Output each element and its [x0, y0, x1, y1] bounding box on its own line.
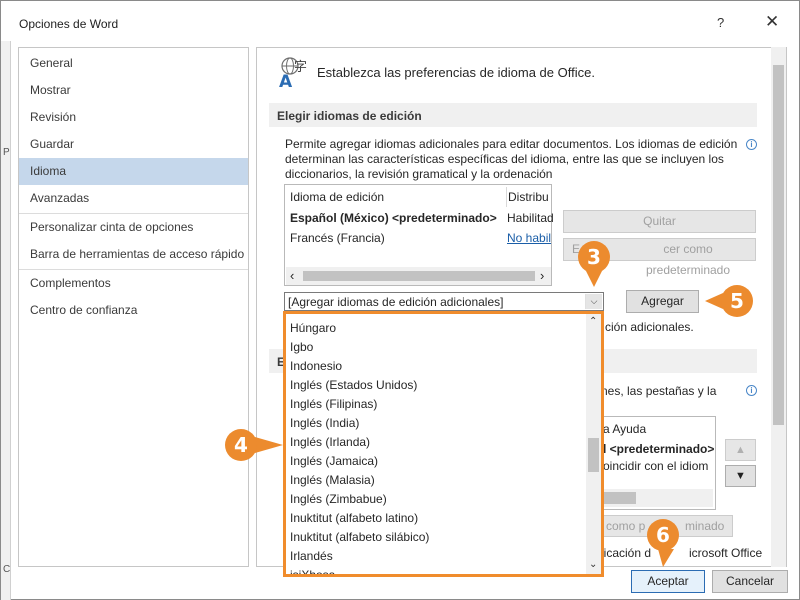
sidebar-item-complementos[interactable]: Complementos [19, 270, 248, 297]
scroll-left-icon[interactable]: ‹ [290, 268, 294, 283]
list-item[interactable]: a Ayuda [603, 422, 646, 436]
list-item[interactable]: Inglés (Irlanda) [290, 435, 370, 449]
svg-text:A: A [279, 72, 293, 88]
info-icon[interactable]: i [746, 139, 757, 150]
sidebar-item-barra-acceso-rapido[interactable]: Barra de herramientas de acceso rápido [19, 241, 248, 268]
list-item[interactable]: Húngaro [290, 321, 336, 335]
help-button[interactable]: ? [717, 15, 724, 30]
add-language-combobox[interactable]: [Agregar idiomas de edición adicionales]… [284, 292, 604, 311]
list-item[interactable]: oincidir con el idiom [603, 459, 708, 473]
list-scroll-thumb[interactable] [601, 492, 636, 504]
list-item[interactable]: isiXhosa [290, 568, 335, 574]
sidebar-item-revision[interactable]: Revisión [19, 104, 248, 131]
office-language-text-left: licación d [601, 546, 652, 560]
language-header-text: Establezca las preferencias de idioma de… [317, 65, 595, 80]
set-default-label-right: cer como predeterminado [645, 242, 731, 277]
background-window-edge [1, 41, 11, 600]
list-item[interactable]: Irlandés [290, 549, 333, 563]
cancel-button[interactable]: Cancelar [712, 570, 788, 593]
add-info-text: ción adicionales. [605, 320, 694, 334]
sidebar-item-idioma[interactable]: Idioma [19, 158, 248, 185]
table-row-language[interactable]: Francés (Francia) [290, 231, 385, 245]
callout-step-5: 5 [721, 285, 753, 317]
list-item[interactable]: Inglés (Malasia) [290, 473, 375, 487]
move-up-button[interactable]: ▲ [725, 439, 756, 461]
svg-text:字: 字 [294, 60, 307, 75]
list-item[interactable]: Inglés (India) [290, 416, 359, 430]
language-icon: A 字 [279, 57, 307, 88]
callout-step-3: 3 [578, 241, 610, 273]
background-fragment: P [3, 147, 10, 158]
display-language-text: nes, las pestañas y la [601, 384, 717, 398]
list-item[interactable]: l <predeterminado> [603, 442, 714, 456]
dropdown-scroll-thumb[interactable] [588, 438, 599, 472]
panel-scroll-thumb[interactable] [773, 65, 784, 425]
scroll-down-icon[interactable]: ⌄ [589, 559, 597, 570]
table-row-status: Habilitad [507, 211, 554, 225]
combobox-value: [Agregar idiomas de edición adicionales] [288, 295, 504, 309]
list-item[interactable]: Igbo [290, 340, 313, 354]
list-item[interactable]: Inglés (Zimbabue) [290, 492, 387, 506]
editing-languages-table[interactable]: Idioma de edición Distribu Español (Méxi… [284, 184, 554, 286]
set-default-display-label-left: como p [606, 519, 646, 533]
section-title-editing-languages: Elegir idiomas de edición [277, 109, 422, 123]
close-button[interactable]: ✕ [765, 12, 779, 32]
sidebar-item-guardar[interactable]: Guardar [19, 131, 248, 158]
table-row-language[interactable]: Español (México) <predeterminado> [290, 211, 497, 225]
language-dropdown-list[interactable]: Húngaro Igbo Indonesio Inglés (Estados U… [283, 311, 604, 577]
sidebar-item-mostrar[interactable]: Mostrar [19, 77, 248, 104]
remove-button[interactable]: Quitar [563, 210, 756, 233]
list-item[interactable]: Inuktitut (alfabeto silábico) [290, 530, 429, 544]
sidebar-item-centro-confianza[interactable]: Centro de confianza [19, 297, 248, 324]
set-default-display-label-right: minado [685, 519, 725, 533]
ok-button[interactable]: Aceptar [631, 570, 705, 593]
list-item[interactable]: Inglés (Estados Unidos) [290, 378, 417, 392]
sidebar-item-personalizar-cinta[interactable]: Personalizar cinta de opciones [19, 214, 248, 241]
scroll-right-icon[interactable]: › [540, 268, 544, 283]
column-header-status[interactable]: Distribu [508, 185, 549, 207]
dialog-title: Opciones de Word [19, 17, 119, 31]
editing-languages-description: Permite agregar idiomas adicionales para… [285, 137, 738, 181]
word-options-dialog: Opciones de Word ? ✕ P C General Mostrar… [0, 0, 800, 600]
options-sidebar: General Mostrar Revisión Guardar Idioma … [18, 47, 249, 567]
callout-step-4: 4 [225, 429, 257, 461]
list-item[interactable]: Indonesio [290, 359, 342, 373]
move-down-button[interactable]: ▼ [725, 465, 756, 487]
table-scroll-thumb[interactable] [303, 271, 535, 281]
sidebar-item-avanzadas[interactable]: Avanzadas [19, 185, 248, 212]
chevron-down-icon[interactable]: ⌵ [585, 294, 602, 309]
callout-step-6: 6 [647, 519, 679, 551]
column-header-language[interactable]: Idioma de edición [290, 185, 384, 207]
table-row-status-link[interactable]: No habil [507, 231, 551, 245]
list-item[interactable]: Inglés (Jamaica) [290, 454, 378, 468]
info-icon[interactable]: i [746, 385, 757, 396]
sidebar-item-general[interactable]: General [19, 50, 248, 77]
office-language-text-right: icrosoft Office [689, 546, 763, 560]
add-button[interactable]: Agregar [626, 290, 699, 313]
list-item[interactable]: Inglés (Filipinas) [290, 397, 377, 411]
scroll-up-icon[interactable]: ⌃ [589, 316, 597, 327]
column-divider [506, 187, 507, 207]
list-item[interactable]: Inuktitut (alfabeto latino) [290, 511, 418, 525]
title-bar: Opciones de Word ? ✕ [1, 1, 799, 41]
background-fragment: C [3, 564, 11, 575]
